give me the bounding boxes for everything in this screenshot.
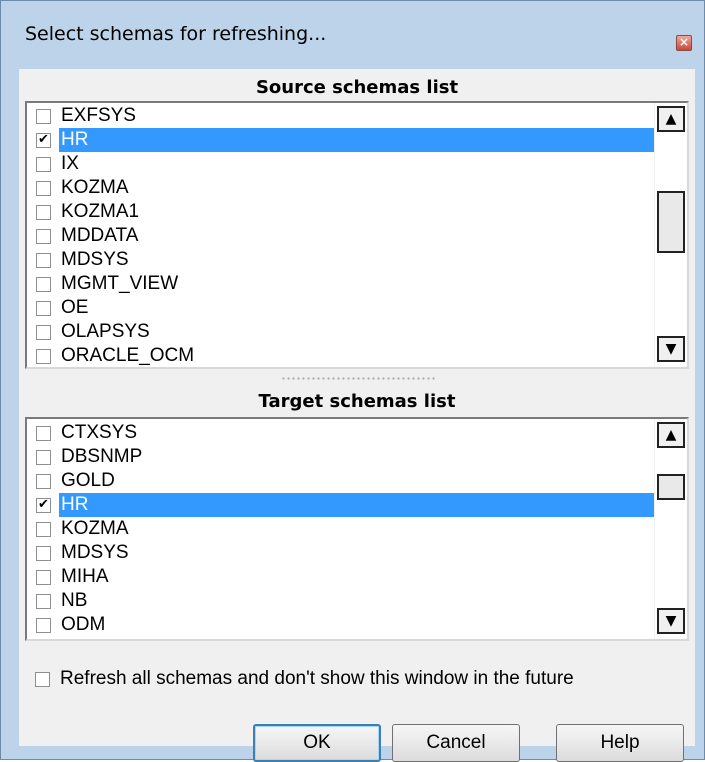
list-item[interactable]: EXFSYS [27,104,659,128]
ok-button[interactable]: OK [253,724,381,762]
schema-checkbox[interactable] [36,348,51,364]
list-item[interactable]: ✔ HR [27,493,659,517]
schema-name: OE [61,297,89,318]
cancel-button[interactable]: Cancel [392,724,520,762]
schema-name: KOZMA [61,518,129,539]
scroll-down-arrow-icon[interactable]: ▼ [657,608,685,634]
schema-name: ODM [61,614,106,635]
refresh-all-label: Refresh all schemas and don't show this … [60,668,574,689]
close-icon[interactable]: × [676,35,692,51]
dialog-window: Select schemas for refreshing... × Sourc… [0,0,705,762]
schema-name: EXFSYS [61,105,136,126]
refresh-all-checkbox[interactable] [35,671,50,687]
dialog-client-area: Source schemas list EXFSYS ✔ HR IX KOZMA KOZM… [19,69,695,762]
splitter-grip-icon [281,376,435,382]
schema-name: ORACLE_OCM [61,345,195,366]
list-item[interactable]: KOZMA [27,517,659,541]
schema-checkbox[interactable] [36,425,51,441]
schema-name: KOZMA1 [61,201,140,222]
schema-checkbox[interactable] [36,156,51,172]
list-item[interactable]: OLAPSYS [27,320,659,344]
list-item[interactable]: KOZMA1 [27,200,659,224]
schema-name: NB [61,590,88,611]
list-item[interactable]: CTXSYS [27,421,659,445]
schema-name: MIHA [61,566,109,587]
schema-checkbox[interactable] [36,228,51,244]
schema-name: GOLD [61,470,115,491]
list-item[interactable]: ODM [27,613,659,637]
source-schemas-list[interactable]: EXFSYS ✔ HR IX KOZMA KOZMA1 MDDATA MDSYS MGMT_VI… [25,101,689,369]
source-scrollbar[interactable]: ▲ ▼ [654,103,687,367]
schema-name: CTXSYS [61,422,138,443]
list-item[interactable]: MDSYS [27,541,659,565]
schema-checkbox[interactable] [36,276,51,292]
schema-checkbox[interactable]: ✔ [36,132,51,148]
schema-checkbox[interactable] [36,180,51,196]
schema-checkbox[interactable]: ✔ [36,497,51,513]
list-item[interactable]: MIHA [27,565,659,589]
list-item[interactable]: ✔ HR [27,128,659,152]
schema-checkbox[interactable] [36,593,51,609]
target-schemas-header: Target schemas list [258,391,456,412]
schema-checkbox[interactable] [36,473,51,489]
schema-checkbox[interactable] [36,545,51,561]
window-title: Select schemas for refreshing... [25,23,327,45]
schema-checkbox[interactable] [36,324,51,340]
scroll-up-arrow-icon[interactable]: ▲ [657,106,685,132]
schema-name: IX [61,153,79,174]
schema-checkbox[interactable] [36,204,51,220]
schema-checkbox[interactable] [36,569,51,585]
schema-checkbox[interactable] [36,300,51,316]
schema-checkbox[interactable] [36,108,51,124]
schema-name: KOZMA [61,177,129,198]
list-item[interactable]: OE [27,296,659,320]
schema-name: MDSYS [61,249,129,270]
schema-name: OLAPSYS [61,321,150,342]
title-bar[interactable]: Select schemas for refreshing... × [1,1,704,51]
scroll-up-arrow-icon[interactable]: ▲ [657,422,685,448]
list-item[interactable]: MDDATA [27,224,659,248]
schema-name: HR [59,128,659,152]
schema-checkbox[interactable] [36,449,51,465]
schema-checkbox[interactable] [36,617,51,633]
list-splitter[interactable] [19,371,695,385]
target-schemas-items: CTXSYS DBSNMP GOLD ✔ HR KOZMA MDSYS MIHA NB ODM [27,421,659,637]
list-item[interactable]: ORACLE_OCM [27,344,659,367]
target-scroll-thumb[interactable] [657,474,685,500]
refresh-all-option[interactable]: Refresh all schemas and don't show this … [35,668,574,690]
list-item[interactable]: MDSYS [27,248,659,272]
source-scroll-thumb[interactable] [657,191,685,253]
scroll-down-arrow-icon[interactable]: ▼ [657,336,685,362]
target-schemas-list[interactable]: CTXSYS DBSNMP GOLD ✔ HR KOZMA MDSYS MIHA NB ODM ▲… [25,417,689,641]
target-scrollbar[interactable]: ▲ ▼ [654,419,687,639]
list-item[interactable]: NB [27,589,659,613]
schema-name: MDDATA [61,225,139,246]
source-schemas-items: EXFSYS ✔ HR IX KOZMA KOZMA1 MDDATA MDSYS MGMT_VI… [27,104,659,367]
list-item[interactable]: GOLD [27,469,659,493]
schema-name: MDSYS [61,542,129,563]
list-item[interactable]: MGMT_VIEW [27,272,659,296]
list-item[interactable]: DBSNMP [27,445,659,469]
schema-name: HR [59,493,659,517]
source-schemas-header: Source schemas list [255,77,459,98]
schema-checkbox[interactable] [36,252,51,268]
list-item[interactable]: KOZMA [27,176,659,200]
schema-name: DBSNMP [61,446,143,467]
help-button[interactable]: Help [556,724,684,762]
schema-name: MGMT_VIEW [61,273,179,294]
schema-checkbox[interactable] [36,521,51,537]
list-item[interactable]: IX [27,152,659,176]
